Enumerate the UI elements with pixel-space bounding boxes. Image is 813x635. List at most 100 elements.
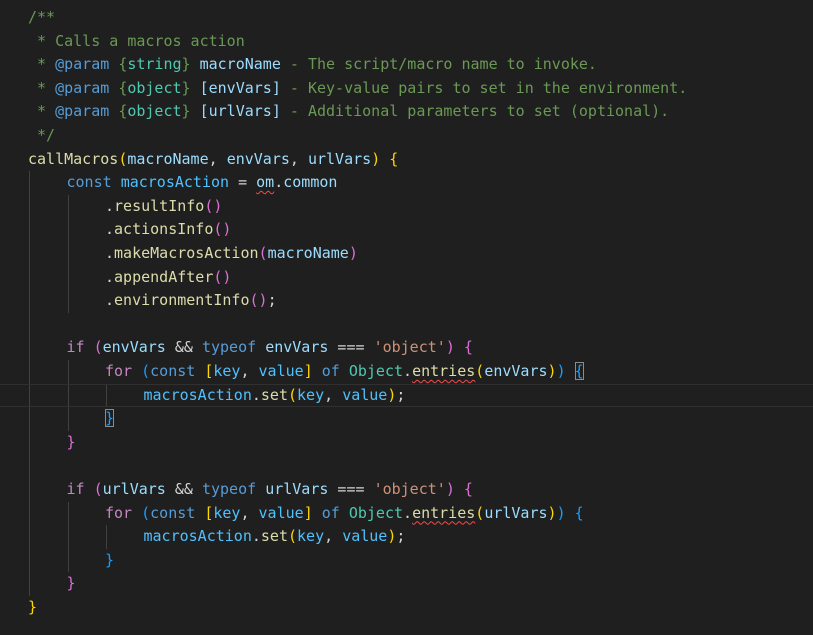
code-line[interactable]: macrosAction.set(key, value); (0, 383, 813, 408)
code-token: } (105, 409, 115, 428)
code-line[interactable]: } (0, 430, 813, 455)
code-text: * @param {object} [urlVars] - Additional… (28, 100, 669, 124)
code-line[interactable]: .makeMacrosAction(macroName) (0, 242, 813, 266)
code-token: === (328, 338, 374, 357)
code-token: of (321, 503, 340, 522)
code-line[interactable]: if (urlVars && typeof urlVars === 'objec… (0, 478, 813, 502)
code-token: . (403, 503, 413, 522)
code-token: actionsInfo (114, 220, 214, 239)
code-editor[interactable]: /** * Calls a macros action * @param {st… (0, 0, 813, 635)
code-token: */ (28, 126, 56, 144)
code-line[interactable]: for (const [key, value] of Object.entrie… (0, 501, 813, 526)
code-token: macrosAction (143, 385, 252, 404)
code-token: macroName (199, 55, 281, 74)
code-token: /** (28, 8, 56, 26)
indent-guide (67, 501, 69, 526)
code-token: } (181, 78, 191, 97)
indent-guide (29, 336, 30, 360)
code-line[interactable]: } (0, 548, 813, 573)
code-text: if (urlVars && typeof urlVars === 'objec… (67, 478, 473, 502)
indent-guide (29, 525, 30, 549)
code-line[interactable]: } (0, 596, 813, 620)
code-token: key (297, 385, 325, 404)
code-text: * @param {object} [envVars] - Key-value … (28, 77, 687, 101)
code-line[interactable]: .appendAfter() (0, 265, 813, 290)
code-token: Object (348, 362, 404, 380)
code-line[interactable]: macrosAction.set(key, value); (0, 525, 813, 549)
code-token: envVars (226, 149, 290, 168)
code-line[interactable]: /** (0, 6, 813, 30)
code-token: * (28, 55, 56, 74)
indent-guide (106, 525, 107, 549)
code-token: - The script/macro name to invoke. (280, 55, 597, 74)
code-line[interactable]: * Calls a macros action (0, 30, 813, 54)
code-token: const (66, 173, 112, 192)
code-text: .makeMacrosAction(macroName) (105, 242, 358, 266)
code-line[interactable]: .environmentInfo(); (0, 289, 813, 313)
code-line[interactable]: for (const [key, value] of Object.entrie… (0, 360, 813, 384)
code-token: { (118, 78, 128, 97)
code-token: urlVars (484, 503, 548, 522)
indent-guide (29, 242, 30, 266)
indent-guide (29, 572, 30, 596)
code-line[interactable] (0, 454, 813, 478)
indent-guide (29, 501, 30, 526)
code-token: ( (475, 503, 485, 522)
code-token: . (251, 527, 261, 546)
code-line[interactable] (0, 312, 813, 337)
code-text: } (105, 549, 114, 573)
code-line[interactable]: * @param {object} [urlVars] - Additional… (0, 100, 813, 124)
code-token: envVars (265, 338, 329, 357)
code-token: value (342, 527, 388, 546)
indent-guide (67, 525, 69, 549)
code-token: ; (396, 385, 406, 404)
code-token: makeMacrosAction (114, 244, 259, 262)
code-token: && (165, 480, 202, 498)
code-line[interactable]: const macrosAction = om.common (0, 171, 813, 195)
code-line[interactable]: callMacros(macroName, envVars, urlVars) … (0, 148, 813, 172)
code-line[interactable]: } (0, 407, 813, 431)
code-token: [envVars] (199, 78, 281, 97)
code-token: @param (55, 55, 110, 74)
code-token: * (28, 102, 56, 121)
code-token: { (574, 362, 584, 380)
code-token: Object (348, 503, 404, 522)
code-line[interactable]: if (envVars && typeof envVars === 'objec… (0, 336, 813, 360)
code-line[interactable]: .resultInfo() (0, 194, 813, 219)
code-token: { (118, 55, 128, 74)
code-token: envVars (484, 362, 548, 380)
code-token: === (328, 480, 374, 498)
code-token: entries (412, 362, 476, 380)
code-token: callMacros (28, 149, 119, 168)
code-text: * Calls a macros action (28, 30, 245, 54)
code-token: } (28, 598, 38, 616)
code-token: om (256, 173, 275, 192)
code-token: typeof (201, 480, 257, 498)
code-line[interactable]: .actionsInfo() (0, 218, 813, 242)
code-line[interactable]: } (0, 572, 813, 596)
code-token: () (204, 196, 223, 215)
code-token: . (105, 220, 115, 239)
code-token: key (213, 362, 241, 380)
code-token: . (251, 385, 261, 404)
code-token: ) (445, 338, 455, 357)
indent-guide (29, 548, 30, 573)
code-token: { (463, 480, 473, 498)
code-token: macrosAction (120, 173, 230, 192)
code-line[interactable]: * @param {object} [envVars] - Key-value … (0, 77, 813, 101)
code-line[interactable]: * @param {string} macroName - The script… (0, 53, 813, 77)
code-line[interactable]: */ (0, 124, 813, 148)
code-text: } (67, 431, 76, 455)
code-token: object (127, 102, 182, 121)
code-token: () (213, 220, 232, 239)
code-token: . (105, 196, 115, 215)
indent-guide (29, 430, 30, 455)
